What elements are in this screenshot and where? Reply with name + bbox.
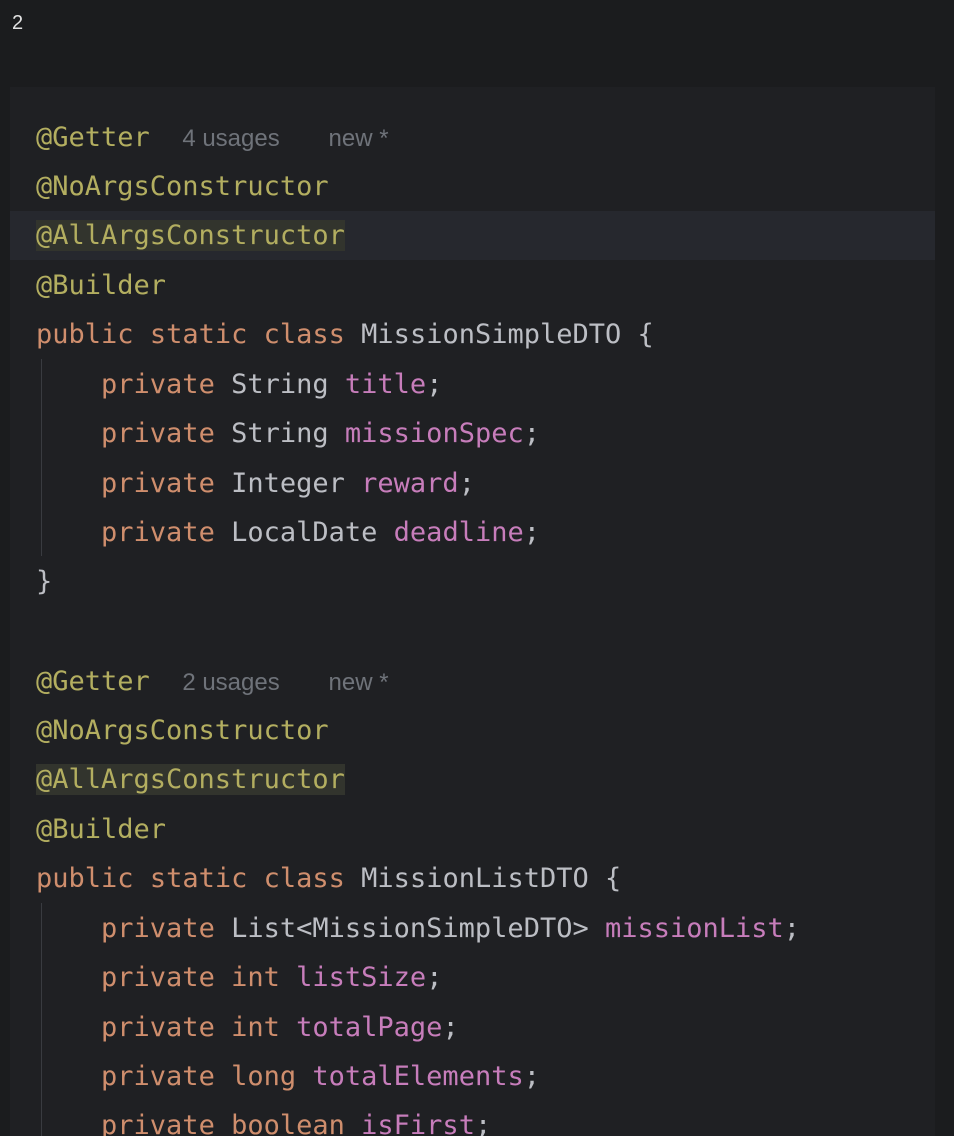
semicolon: ; (442, 1012, 459, 1043)
keyword-public: public (36, 319, 134, 350)
field-name: missionSpec (344, 418, 524, 449)
annotation-builder: @Builder (36, 814, 167, 845)
code-line-class-decl-1[interactable]: public static class MissionSimpleDTO { (10, 310, 935, 359)
annotation-allargs: @AllArgsConstructor (36, 764, 345, 795)
keyword-private: private (101, 369, 215, 400)
field-name: missionList (604, 913, 784, 944)
code-line-allargs-1[interactable]: @AllArgsConstructor (10, 211, 935, 260)
field-type: String (231, 418, 329, 449)
code-line-field[interactable]: private String missionSpec; (10, 409, 935, 458)
code-line-brace-close-1[interactable]: } (10, 557, 935, 606)
code-line-field[interactable]: private int listSize; (10, 953, 935, 1002)
brace-open: { (637, 319, 654, 350)
code-line-field[interactable]: private boolean isFirst; (10, 1101, 935, 1136)
code-line-builder-1[interactable]: @Builder (10, 261, 935, 310)
code-line-getter-2[interactable]: @Getter 2 usages new * (10, 657, 935, 706)
code-line-field[interactable]: private String title; (10, 360, 935, 409)
field-name: deadline (393, 517, 524, 548)
field-name: reward (361, 468, 459, 499)
annotation-builder: @Builder (36, 270, 167, 301)
code-line-field[interactable]: private List<MissionSimpleDTO> missionLi… (10, 904, 935, 953)
author-hint[interactable]: new * (329, 669, 389, 696)
annotation-getter: @Getter (36, 666, 150, 697)
page-number-label: 2 (12, 12, 24, 34)
keyword-public: public (36, 863, 134, 894)
semicolon: ; (523, 1061, 540, 1092)
primitive-type: int (231, 1012, 280, 1043)
code-line-field[interactable]: private long totalElements; (10, 1052, 935, 1101)
keyword-class: class (263, 863, 345, 894)
field-name: totalElements (312, 1061, 524, 1092)
semicolon: ; (523, 418, 540, 449)
annotation-getter: @Getter (36, 122, 150, 153)
keyword-private: private (101, 418, 215, 449)
annotation-allargs: @AllArgsConstructor (36, 220, 345, 251)
annotation-noargs: @NoArgsConstructor (36, 171, 329, 202)
code-line-noargs-1[interactable]: @NoArgsConstructor (10, 162, 935, 211)
annotation-noargs: @NoArgsConstructor (36, 715, 329, 746)
keyword-private: private (101, 913, 215, 944)
keyword-static: static (149, 319, 248, 350)
field-type: Integer (231, 468, 345, 499)
code-line-field[interactable]: private Integer reward; (10, 459, 935, 508)
keyword-private: private (101, 1110, 215, 1136)
field-name: totalPage (296, 1012, 443, 1043)
code-line-field[interactable]: private LocalDate deadline; (10, 508, 935, 557)
keyword-static: static (149, 863, 248, 894)
keyword-private: private (101, 1012, 215, 1043)
field-type: List<MissionSimpleDTO> (231, 913, 589, 944)
code-editor[interactable]: @Getter 4 usages new * @NoArgsConstructo… (10, 87, 935, 1136)
keyword-private: private (101, 517, 215, 548)
field-type: String (231, 369, 329, 400)
author-hint[interactable]: new * (329, 125, 389, 152)
code-line-builder-2[interactable]: @Builder (10, 805, 935, 854)
code-line-allargs-2[interactable]: @AllArgsConstructor (10, 755, 935, 804)
code-line-field[interactable]: private int totalPage; (10, 1003, 935, 1052)
primitive-type: int (231, 962, 280, 993)
primitive-type: boolean (231, 1110, 345, 1136)
code-line-noargs-2[interactable]: @NoArgsConstructor (10, 706, 935, 755)
field-name: isFirst (361, 1110, 475, 1136)
semicolon: ; (523, 517, 540, 548)
field-type: LocalDate (231, 517, 378, 548)
semicolon: ; (783, 913, 801, 944)
class-name: MissionListDTO (361, 863, 589, 894)
keyword-class: class (263, 319, 345, 350)
field-name: title (344, 369, 427, 400)
code-line-class-decl-2[interactable]: public static class MissionListDTO { (10, 854, 935, 903)
brace-open: { (605, 863, 622, 894)
keyword-private: private (101, 1061, 215, 1092)
semicolon: ; (426, 369, 443, 400)
semicolon: ; (474, 1110, 492, 1136)
field-name: listSize (296, 962, 427, 993)
semicolon: ; (426, 962, 443, 993)
primitive-type: long (231, 1061, 297, 1092)
class-name: MissionSimpleDTO (361, 319, 622, 350)
brace-close: } (36, 566, 53, 597)
keyword-private: private (101, 468, 215, 499)
keyword-private: private (101, 962, 215, 993)
usages-hint[interactable]: 4 usages (182, 125, 279, 152)
usages-hint[interactable]: 2 usages (182, 669, 279, 696)
code-line-getter-1[interactable]: @Getter 4 usages new * (10, 113, 935, 162)
semicolon: ; (458, 468, 475, 499)
